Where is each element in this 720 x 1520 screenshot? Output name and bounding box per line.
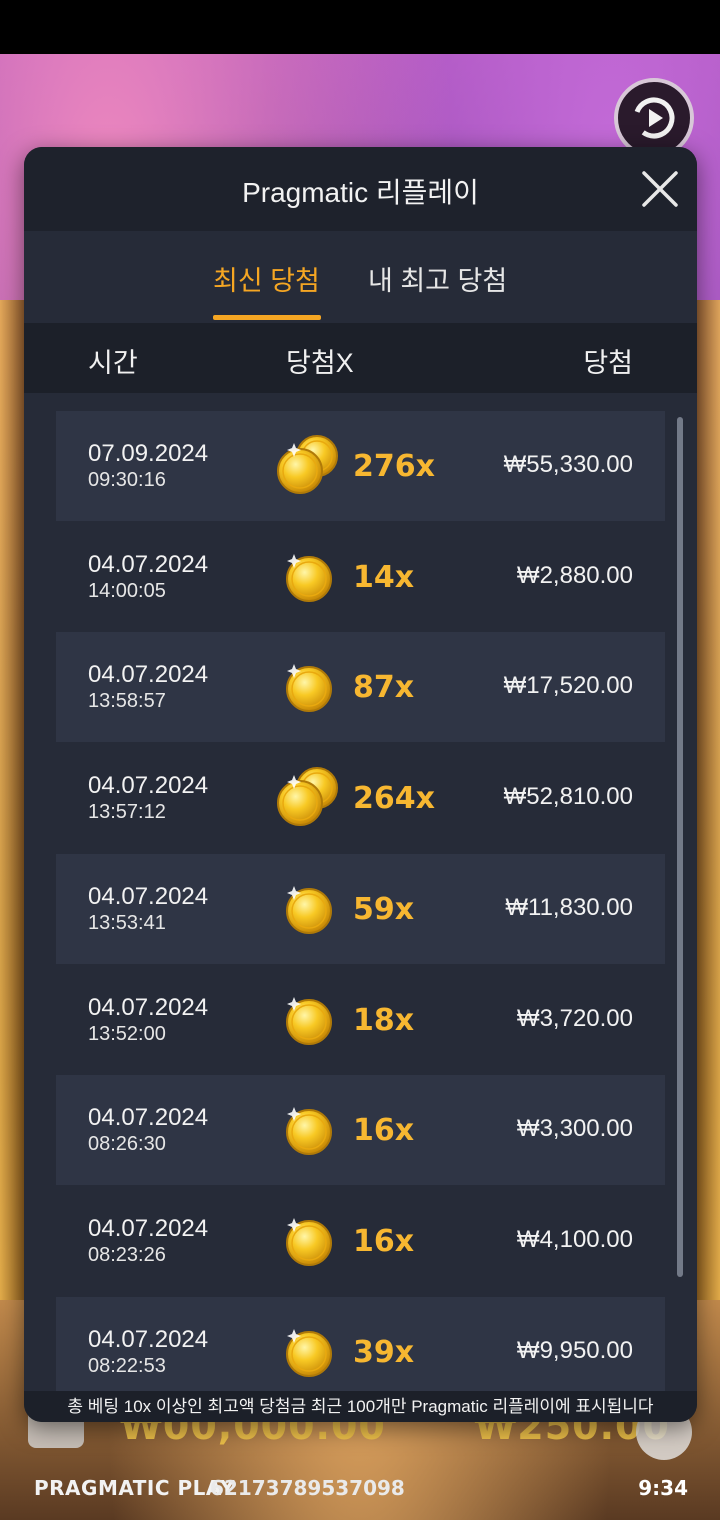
- active-tab-indicator: [213, 315, 321, 320]
- coin-icon-wrapper: [274, 765, 344, 835]
- footer-note: 총 베팅 10x 이상인 최고액 당첨금 최근 100개만 Pragmatic …: [24, 1391, 697, 1422]
- win-amount: ₩17,520.00: [503, 672, 633, 700]
- win-row[interactable]: 04.07.2024 13:53:41 59x ₩11,830.00: [56, 853, 665, 964]
- replay-button[interactable]: [614, 78, 694, 158]
- win-time: 08:23:26: [88, 1243, 166, 1266]
- coin-icon-wrapper: [274, 654, 344, 724]
- win-time: 08:22:53: [88, 1354, 166, 1377]
- double-coin-icon: [277, 435, 338, 494]
- game-clock: 9:34: [638, 1476, 688, 1500]
- win-time: 13:52:00: [88, 1022, 166, 1045]
- win-row[interactable]: 07.09.2024 09:30:16 276x ₩55,330.00: [56, 411, 665, 521]
- win-amount: ₩2,880.00: [516, 561, 633, 589]
- win-row[interactable]: 04.07.2024 08:26:30 16x ₩3,300.00: [56, 1075, 665, 1186]
- win-list[interactable]: 07.09.2024 09:30:16 276x ₩55,330.00 04.07.20…: [56, 411, 665, 1391]
- tab-bar: 최신 당첨 내 최고 당첨: [24, 231, 697, 323]
- table-header: 시간 당첨X 당첨: [24, 323, 697, 393]
- win-date: 07.09.2024: [88, 440, 209, 467]
- win-row[interactable]: 04.07.2024 13:58:57 87x ₩17,520.00: [56, 632, 665, 743]
- win-row[interactable]: 04.07.2024 13:52:00 18x ₩3,720.00: [56, 965, 665, 1075]
- win-amount: ₩11,830.00: [505, 893, 633, 921]
- coin-icon: [286, 1328, 332, 1377]
- win-multiplier: 59x: [353, 891, 415, 927]
- coin-icon-wrapper: [274, 987, 344, 1057]
- coin-icon-wrapper: [274, 1319, 344, 1389]
- coin-icon: [286, 996, 332, 1045]
- session-id: 62173789537098: [210, 1476, 405, 1500]
- win-multiplier: 276x: [353, 449, 435, 484]
- win-date: 04.07.2024: [88, 661, 209, 689]
- win-multiplier: 87x: [353, 670, 415, 706]
- coin-icon-wrapper: [274, 876, 344, 946]
- column-header-win: 당첨: [583, 348, 633, 378]
- win-date: 04.07.2024: [88, 550, 209, 578]
- win-amount: ₩55,330.00: [503, 451, 633, 478]
- scrollbar[interactable]: [677, 417, 683, 1277]
- decor-pillar-left: [0, 300, 26, 1300]
- win-amount: ₩3,720.00: [516, 1004, 633, 1032]
- win-date: 04.07.2024: [88, 1325, 209, 1353]
- coin-icon-wrapper: [274, 1208, 344, 1278]
- win-time: 08:26:30: [88, 1133, 166, 1156]
- win-row[interactable]: 04.07.2024 08:22:53 39x ₩9,950.00: [56, 1296, 665, 1391]
- close-button[interactable]: [638, 167, 682, 211]
- coin-icon: [286, 664, 332, 713]
- modal-title: Pragmatic 리플레이: [242, 177, 479, 208]
- win-row[interactable]: 04.07.2024 13:57:12 264x ₩52,810.00: [56, 743, 665, 853]
- coin-icon: [286, 1217, 332, 1266]
- coin-icon-wrapper: [274, 1097, 344, 1167]
- coin-icon: [286, 885, 332, 934]
- win-time: 13:53:41: [88, 911, 166, 934]
- modal-header: Pragmatic 리플레이: [24, 147, 697, 231]
- win-time: 14:00:05: [88, 579, 166, 602]
- win-date: 04.07.2024: [88, 1214, 209, 1242]
- win-date: 04.07.2024: [88, 993, 209, 1021]
- win-amount: ₩52,810.00: [503, 783, 633, 811]
- win-multiplier: 39x: [353, 1334, 415, 1370]
- win-date: 04.07.2024: [88, 1104, 209, 1132]
- win-multiplier: 18x: [353, 1002, 415, 1038]
- column-header-time: 시간: [88, 348, 138, 378]
- win-amount: ₩9,950.00: [516, 1336, 633, 1364]
- win-time: 13:57:12: [88, 801, 166, 824]
- replay-modal: Pragmatic 리플레이 최신 당첨 내 최고 당첨 시간 당첨X 당첨 0…: [24, 147, 697, 1422]
- double-coin-icon: [277, 767, 338, 827]
- win-row[interactable]: 04.07.2024 08:23:26 16x ₩4,100.00: [56, 1186, 665, 1296]
- win-time: 13:58:57: [88, 690, 166, 713]
- win-time: 09:30:16: [88, 469, 166, 491]
- status-bar: [0, 0, 720, 54]
- decor-pillar-right: [694, 300, 720, 1300]
- replay-icon: [633, 97, 675, 139]
- brand-label: PRAGMATIC PLAY: [34, 1476, 235, 1500]
- tab-latest-wins[interactable]: 최신 당첨: [213, 259, 320, 298]
- coin-icon: [286, 553, 332, 602]
- win-multiplier: 264x: [353, 781, 435, 817]
- win-multiplier: 16x: [353, 1223, 415, 1259]
- win-date: 04.07.2024: [88, 882, 209, 910]
- win-amount: ₩4,100.00: [516, 1225, 633, 1253]
- win-row[interactable]: 04.07.2024 14:00:05 14x ₩2,880.00: [56, 522, 665, 632]
- tab-my-best-wins[interactable]: 내 최고 당첨: [368, 259, 507, 298]
- coin-icon-wrapper: [274, 544, 344, 614]
- close-icon: [642, 171, 678, 207]
- win-amount: ₩3,300.00: [516, 1115, 633, 1143]
- win-date: 04.07.2024: [88, 772, 209, 800]
- win-multiplier: 14x: [353, 559, 415, 595]
- column-header-multiplier: 당첨X: [286, 348, 354, 378]
- win-multiplier: 16x: [353, 1113, 415, 1149]
- coin-icon-wrapper: [274, 433, 344, 503]
- coin-icon: [286, 1107, 332, 1156]
